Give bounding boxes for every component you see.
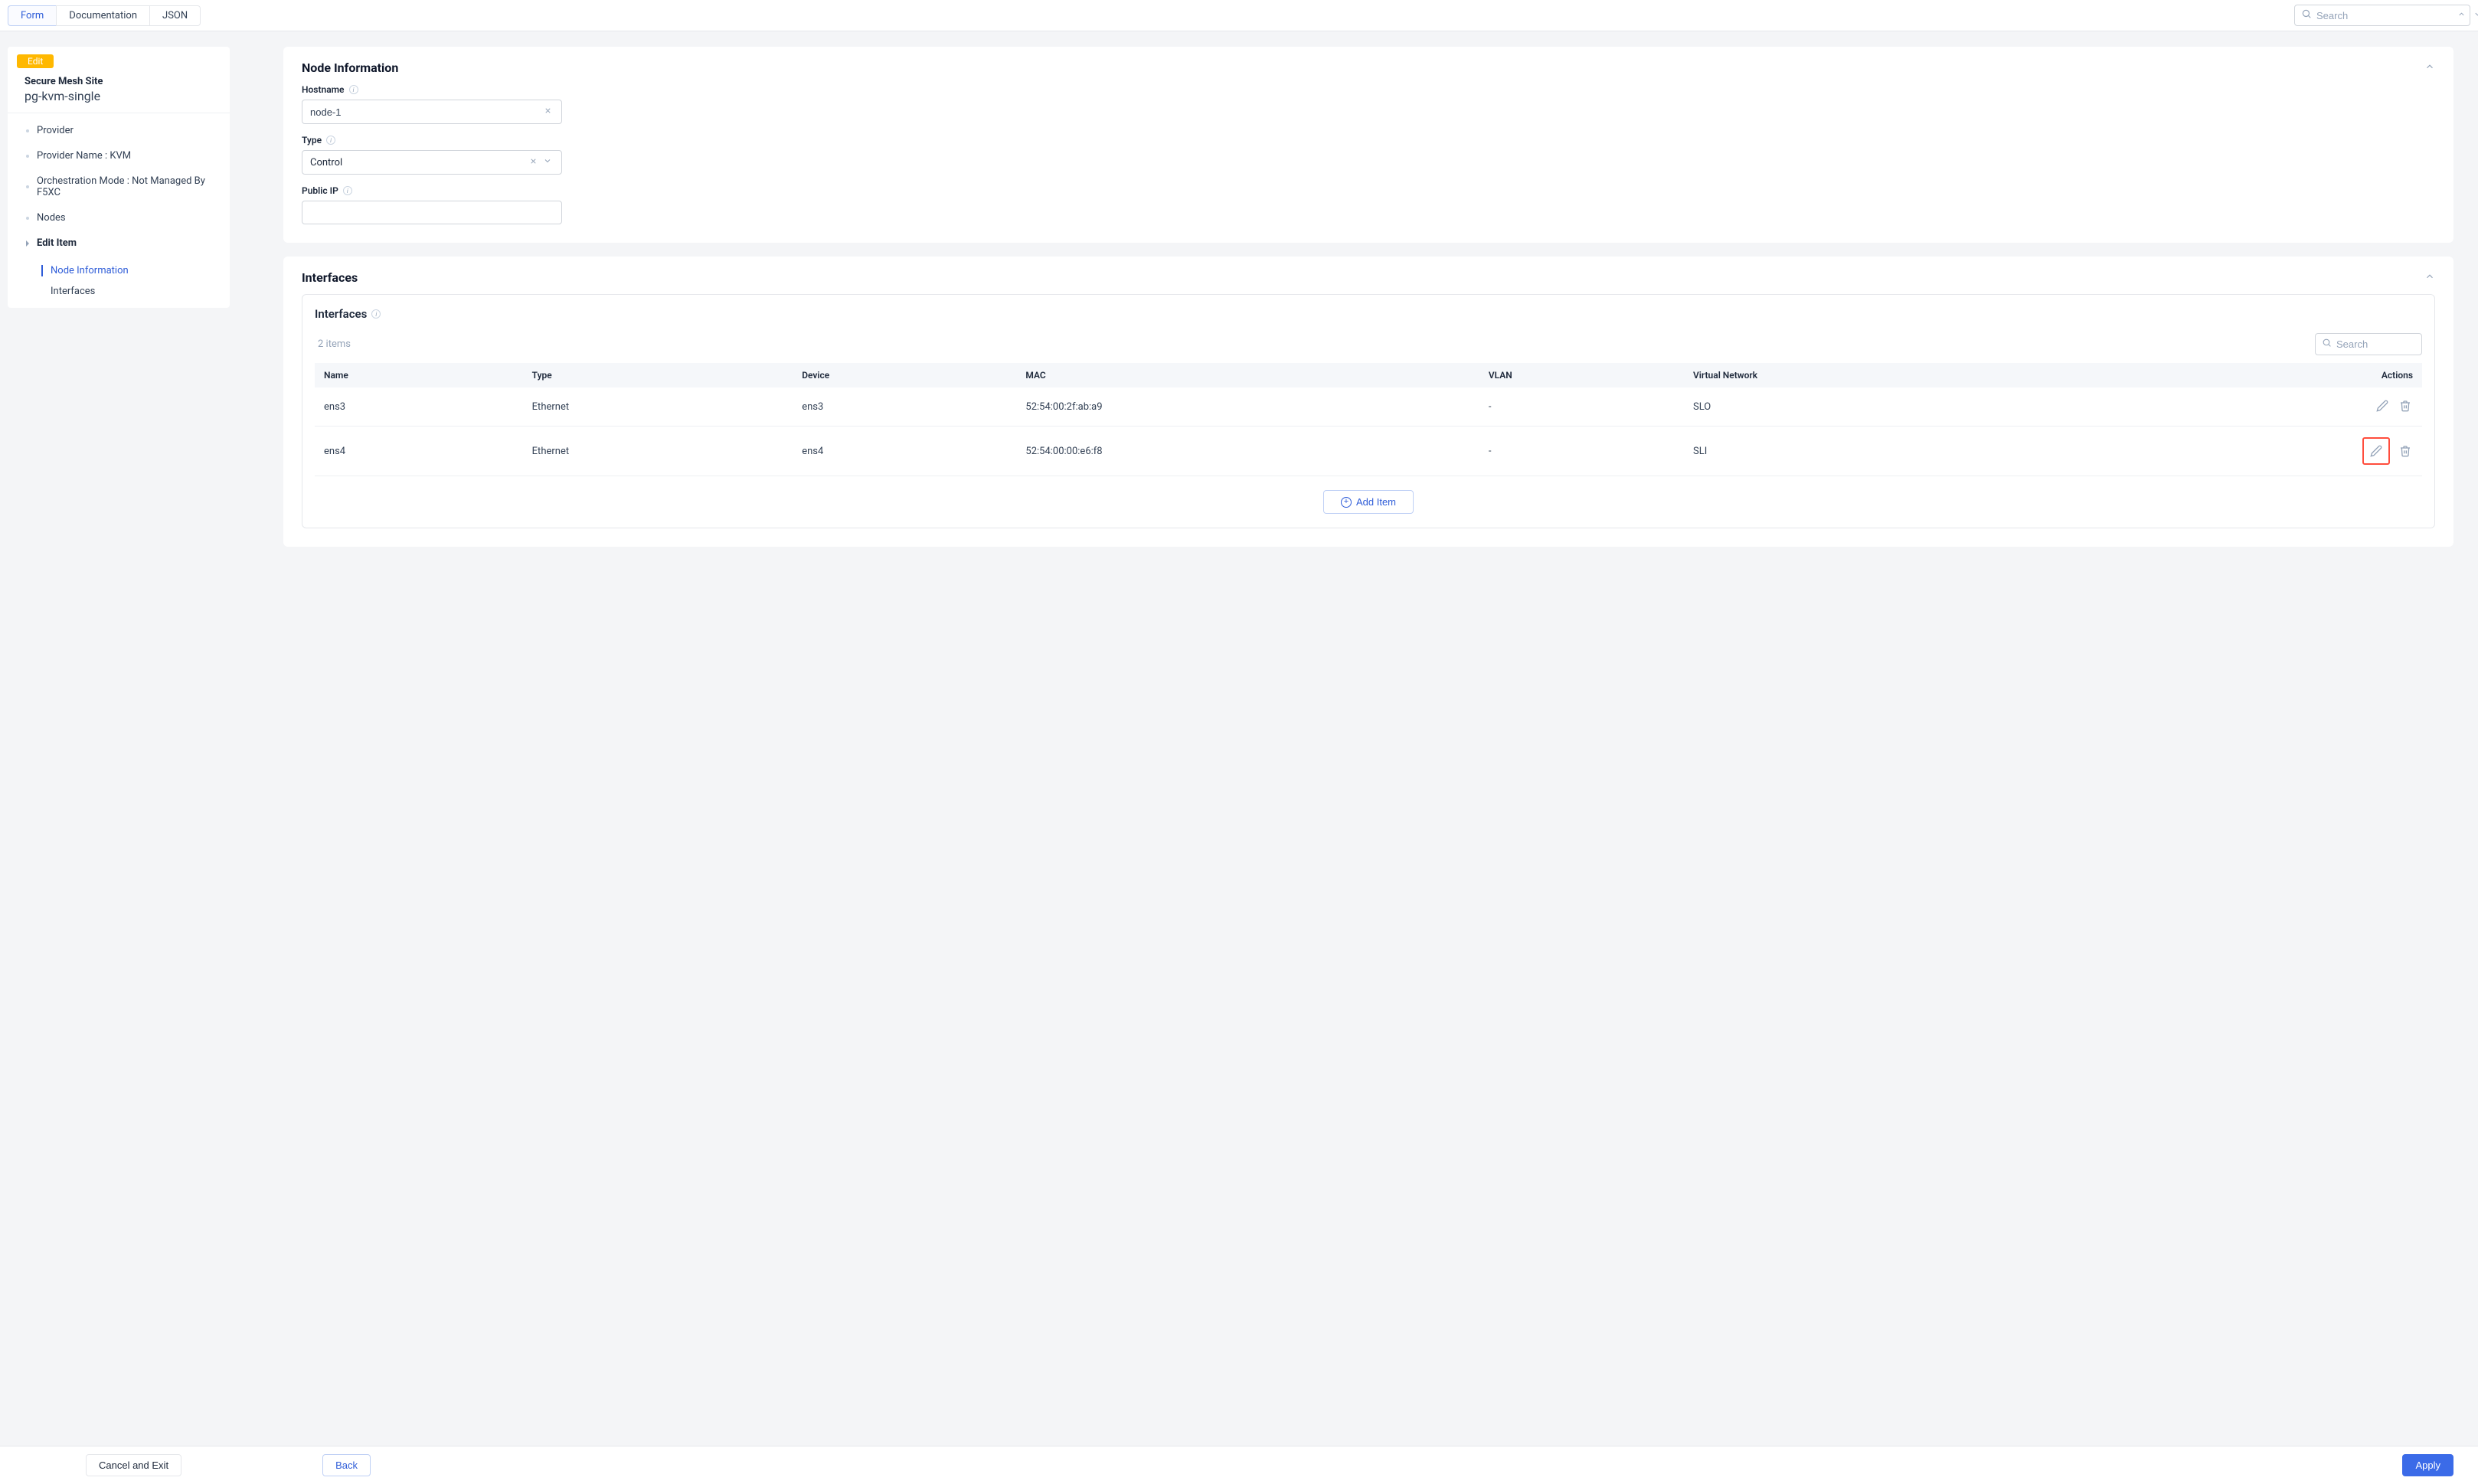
node-information-card: Node Information Hostname i (283, 47, 2453, 243)
tab-form[interactable]: Form (8, 5, 56, 26)
highlighted-edit-button[interactable] (2362, 437, 2390, 465)
clear-icon[interactable] (528, 156, 541, 168)
interfaces-inner-heading: Interfaces (315, 307, 367, 321)
cell-vnet: SLO (1684, 387, 2087, 427)
hostname-input-wrapper[interactable] (302, 100, 562, 124)
sidebar-item-edit-item[interactable]: Edit Item (8, 230, 230, 256)
add-item-button[interactable]: + Add Item (1323, 490, 1414, 514)
interfaces-heading: Interfaces (302, 270, 358, 285)
interfaces-inner-card: Interfaces i 2 items Name (302, 294, 2435, 528)
search-next-icon[interactable] (2472, 10, 2478, 21)
search-prev-icon[interactable] (2456, 10, 2467, 21)
type-label: Type (302, 135, 322, 145)
items-count: 2 items (315, 338, 351, 350)
sidebar-nav: Provider Provider Name : KVM Orchestrati… (8, 113, 230, 260)
node-information-heading: Node Information (302, 60, 398, 75)
col-vlan: VLAN (1479, 363, 1684, 387)
hostname-group: Hostname i (302, 84, 2435, 124)
public-ip-label: Public IP (302, 185, 338, 196)
sidebar-item-nodes[interactable]: Nodes (8, 205, 230, 230)
hostname-input[interactable] (310, 106, 542, 118)
clear-icon[interactable] (542, 106, 554, 118)
edit-icon[interactable] (2375, 398, 2390, 413)
add-item-label: Add Item (1356, 496, 1396, 508)
type-group: Type i Control (302, 135, 2435, 175)
sidebar: Edit Secure Mesh Site pg-kvm-single Prov… (8, 47, 230, 308)
public-ip-input-wrapper[interactable] (302, 201, 562, 224)
cell-type: Ethernet (523, 387, 793, 427)
interfaces-search-input[interactable] (2336, 338, 2415, 350)
cell-device: ens3 (793, 387, 1016, 427)
interfaces-tbody: ens3Ethernetens352:54:00:2f:ab:a9-SLOens… (315, 387, 2422, 476)
cell-actions (2087, 387, 2422, 427)
delete-icon[interactable] (2398, 398, 2413, 413)
col-mac: MAC (1016, 363, 1479, 387)
cell-vlan: - (1479, 387, 1684, 427)
view-tabs: Form Documentation JSON (8, 5, 201, 26)
col-name: Name (315, 363, 523, 387)
info-icon[interactable]: i (326, 136, 335, 145)
sidebar-item-provider[interactable]: Provider (8, 118, 230, 143)
search-icon (2322, 338, 2332, 351)
col-vnet: Virtual Network (1684, 363, 2087, 387)
table-row: ens4Ethernetens452:54:00:00:e6:f8-SLI (315, 427, 2422, 476)
cell-name: ens3 (315, 387, 523, 427)
type-select[interactable]: Control (302, 150, 562, 175)
info-icon[interactable]: i (343, 186, 352, 195)
sidebar-subitem-node-information[interactable]: Node Information (8, 260, 230, 281)
top-bar: Form Documentation JSON (0, 0, 2478, 31)
public-ip-input[interactable] (310, 207, 554, 218)
delete-icon[interactable] (2398, 443, 2413, 459)
col-actions: Actions (2087, 363, 2422, 387)
sidebar-title: pg-kvm-single (25, 89, 221, 103)
cell-name: ens4 (315, 427, 523, 476)
sidebar-item-orchestration-mode[interactable]: Orchestration Mode : Not Managed By F5XC (8, 168, 230, 205)
cell-vlan: - (1479, 427, 1684, 476)
sidebar-item-provider-name[interactable]: Provider Name : KVM (8, 143, 230, 168)
interfaces-card: Interfaces Interfaces i 2 items (283, 257, 2453, 547)
hostname-label: Hostname (302, 84, 345, 95)
sidebar-subitem-interfaces[interactable]: Interfaces (8, 281, 230, 302)
col-device: Device (793, 363, 1016, 387)
table-row: ens3Ethernetens352:54:00:2f:ab:a9-SLO (315, 387, 2422, 427)
content-area: Edit Secure Mesh Site pg-kvm-single Prov… (0, 31, 2478, 608)
footer-bar: Cancel and Exit Back Apply (0, 1446, 2478, 1484)
sidebar-subtitle: Secure Mesh Site (25, 76, 221, 87)
back-button[interactable]: Back (322, 1454, 371, 1476)
collapse-icon[interactable] (2424, 61, 2435, 75)
col-type: Type (523, 363, 793, 387)
cell-type: Ethernet (523, 427, 793, 476)
tab-documentation[interactable]: Documentation (56, 5, 149, 26)
info-icon[interactable]: i (349, 85, 358, 94)
interfaces-table: Name Type Device MAC VLAN Virtual Networ… (315, 363, 2422, 476)
global-search[interactable] (2294, 5, 2470, 26)
chevron-down-icon[interactable] (541, 157, 554, 168)
cell-vnet: SLI (1684, 427, 2087, 476)
global-search-input[interactable] (2316, 10, 2451, 21)
collapse-icon[interactable] (2424, 271, 2435, 285)
cell-mac: 52:54:00:00:e6:f8 (1016, 427, 1479, 476)
main-panel: Node Information Hostname i (283, 47, 2453, 547)
type-value: Control (310, 157, 342, 168)
public-ip-group: Public IP i (302, 185, 2435, 224)
edit-icon[interactable] (2368, 443, 2384, 459)
info-icon[interactable]: i (371, 309, 381, 319)
cell-actions (2087, 427, 2422, 476)
search-icon (2301, 8, 2312, 22)
interfaces-search[interactable] (2315, 333, 2422, 355)
cell-mac: 52:54:00:2f:ab:a9 (1016, 387, 1479, 427)
sidebar-subnav: Node Information Interfaces (8, 260, 230, 308)
plus-icon: + (1341, 497, 1352, 508)
cell-device: ens4 (793, 427, 1016, 476)
apply-button[interactable]: Apply (2402, 1454, 2453, 1476)
tab-json[interactable]: JSON (149, 5, 201, 26)
cancel-button[interactable]: Cancel and Exit (86, 1454, 181, 1476)
edit-badge: Edit (17, 54, 54, 68)
